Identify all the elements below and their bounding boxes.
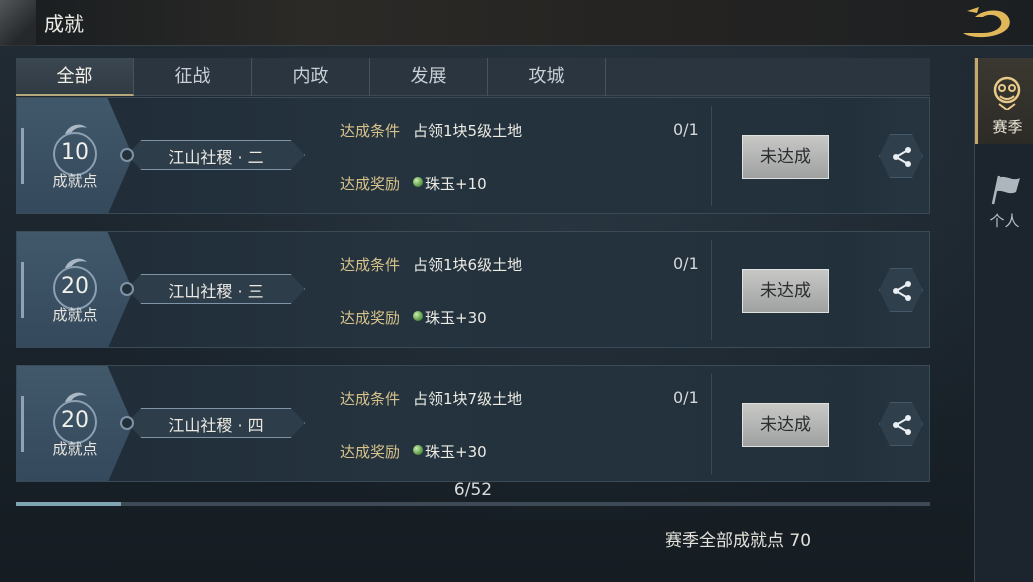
side-rail: 赛季 个人: [974, 58, 1033, 582]
scrollbar-thumb[interactable]: [16, 502, 122, 506]
reward-label: 达成奖励: [340, 309, 401, 327]
condition-text: 占领1块7级土地: [413, 390, 523, 408]
name-plate-dot: [120, 416, 134, 430]
condition-label: 达成条件: [340, 256, 401, 274]
dragon-emblem-icon: [0, 0, 36, 46]
jade-icon: [413, 311, 423, 321]
card-accent-bar: [21, 128, 24, 184]
reward-text: 珠玉+30: [425, 309, 487, 327]
card-divider: [711, 240, 712, 340]
tab-domestic[interactable]: 内政: [252, 58, 370, 96]
achievement-name: 江山社稷 · 四: [168, 416, 264, 435]
header-bar: 成就: [0, 0, 1033, 46]
card-accent-bar: [21, 396, 24, 452]
flag-icon: [991, 175, 1020, 205]
status-button[interactable]: 未达成: [742, 269, 829, 313]
tab-development[interactable]: 发展: [370, 58, 488, 96]
card-divider: [711, 106, 712, 206]
tab-siege[interactable]: 攻城: [488, 58, 606, 96]
achievement-points-label: 成就点: [52, 306, 98, 324]
reward-text: 珠玉+30: [425, 443, 487, 461]
reward-text: 珠玉+10: [425, 175, 487, 193]
share-icon: [893, 147, 911, 167]
season-total-points: 赛季全部成就点 70: [665, 531, 812, 551]
achievement-points-label: 成就点: [52, 440, 98, 458]
list-scrollbar[interactable]: [16, 502, 930, 506]
rail-label-season: 赛季: [992, 118, 1023, 136]
condition-label: 达成条件: [340, 122, 401, 140]
page-indicator: 6/52: [453, 480, 493, 500]
back-button[interactable]: [957, 3, 1015, 41]
achievement-points-label: 成就点: [52, 172, 98, 190]
achievement-card: 10 成就点 江山社稷 · 二 达成条件 占领1块5级土地 0/1 达成奖励 珠…: [16, 97, 930, 214]
condition-text: 占领1块5级土地: [413, 122, 523, 140]
jade-icon: [413, 177, 423, 187]
jade-icon: [413, 445, 423, 455]
achievement-card: 20 成就点 江山社稷 · 四 达成条件 占领1块7级土地 0/1 达成奖励 珠…: [16, 365, 930, 482]
achievement-points: 20: [61, 274, 89, 299]
card-accent-bar: [21, 262, 24, 318]
rail-tab-season[interactable]: 赛季: [975, 58, 1033, 144]
condition-text: 占领1块6级土地: [413, 256, 523, 274]
achievement-points: 20: [61, 408, 89, 433]
progress-text: 0/1: [673, 120, 699, 139]
achievement-name: 江山社稷 · 二: [168, 148, 264, 167]
achievement-name: 江山社稷 · 三: [168, 282, 264, 301]
progress-text: 0/1: [673, 254, 699, 273]
achievement-card: 20 成就点 江山社稷 · 三 达成条件 占领1块6级土地 0/1 达成奖励 珠…: [16, 231, 930, 348]
status-button[interactable]: 未达成: [742, 403, 829, 447]
progress-text: 0/1: [673, 388, 699, 407]
rail-label-personal: 个人: [989, 212, 1020, 230]
category-tabs: 全部 征战 内政 发展 攻城: [16, 58, 930, 96]
reward-label: 达成奖励: [340, 175, 401, 193]
reward-label: 达成奖励: [340, 443, 401, 461]
status-button[interactable]: 未达成: [742, 135, 829, 179]
card-divider: [711, 374, 712, 474]
condition-label: 达成条件: [340, 390, 401, 408]
page-title: 成就: [44, 12, 84, 36]
rail-tab-personal[interactable]: 个人: [975, 154, 1033, 240]
share-icon: [893, 281, 911, 301]
tab-campaign[interactable]: 征战: [134, 58, 252, 96]
achievement-list[interactable]: 10 成就点 江山社稷 · 二 达成条件 占领1块5级土地 0/1 达成奖励 珠…: [16, 97, 930, 499]
season-icon: [993, 76, 1021, 110]
name-plate-dot: [120, 148, 134, 162]
share-icon: [893, 415, 911, 435]
name-plate-dot: [120, 282, 134, 296]
achievement-points: 10: [61, 140, 89, 165]
dragon-back-icon[interactable]: [957, 3, 1015, 41]
tab-all[interactable]: 全部: [16, 58, 134, 96]
